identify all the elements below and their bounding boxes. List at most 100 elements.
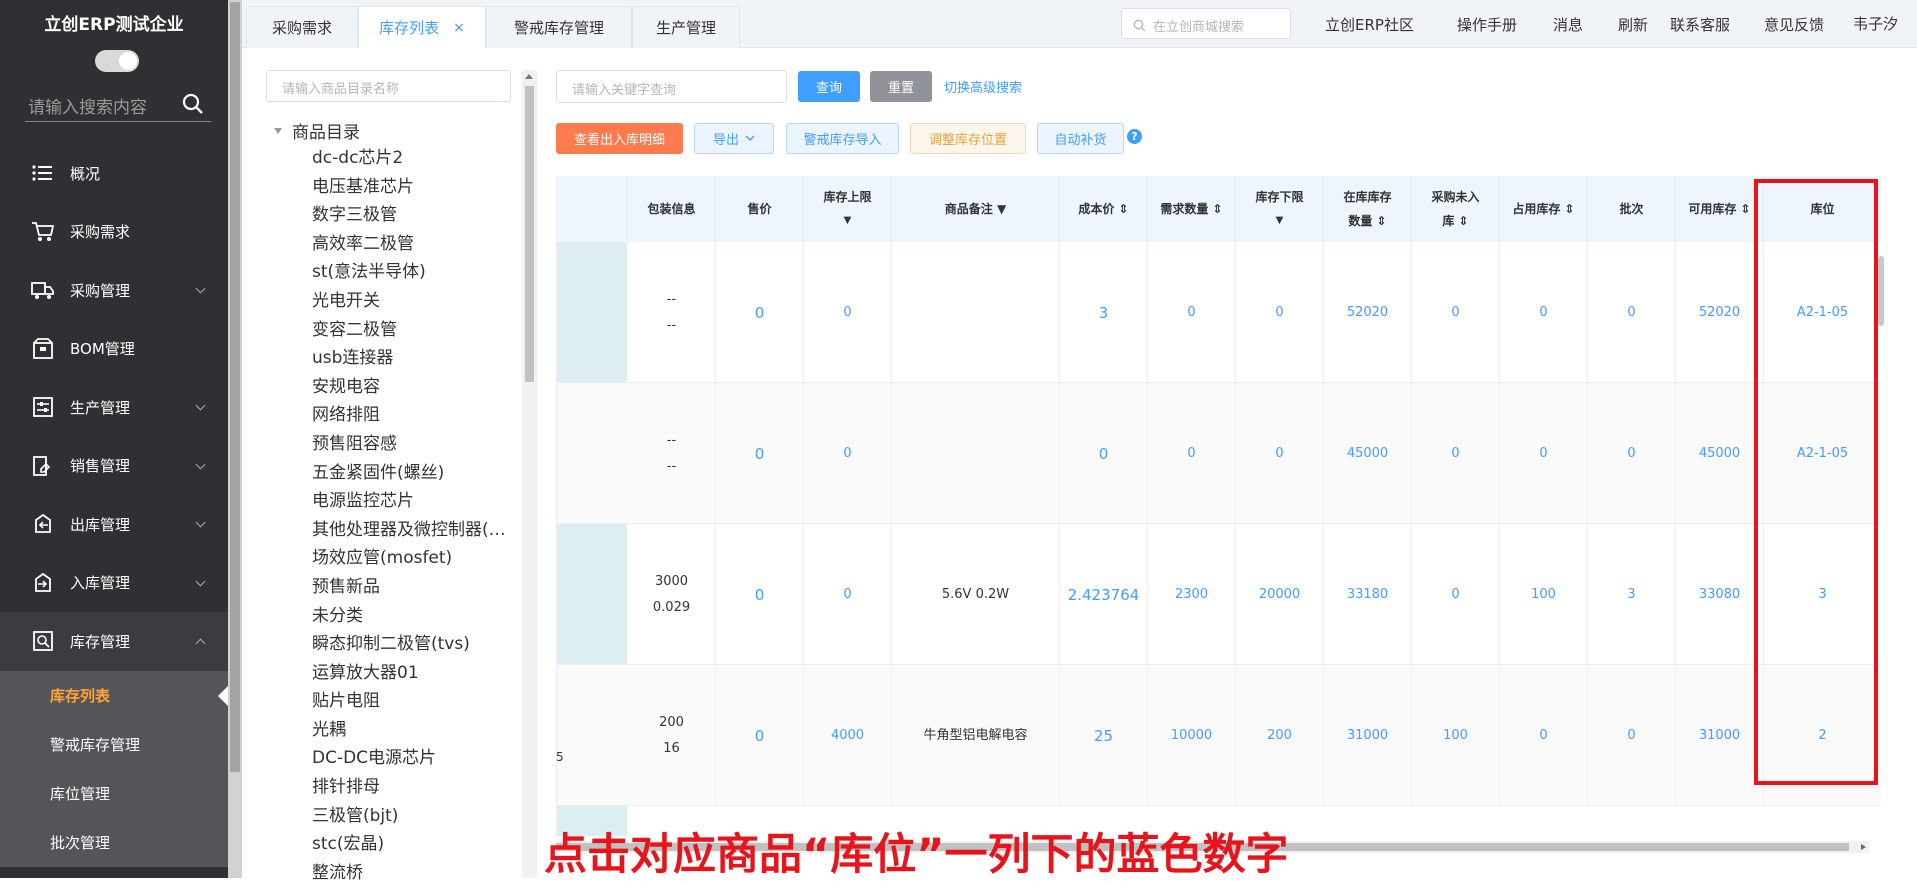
close-icon[interactable]: × <box>453 20 465 36</box>
cell-occupied[interactable]: 0 <box>1500 665 1588 806</box>
adjust-location-button[interactable]: 调整库存位置 <box>910 123 1026 154</box>
tree-item[interactable]: 三极管(bjt) <box>312 802 512 831</box>
tree-item[interactable]: 其他处理器及微控制器(MCU) <box>312 516 512 545</box>
tree-item[interactable]: dc-dc芯片2 <box>312 144 512 173</box>
cell-remark[interactable]: 牛角型铝电解电容 <box>892 665 1060 806</box>
cell-remark[interactable] <box>892 383 1060 524</box>
header-demand[interactable]: 需求数量 ⇕ <box>1148 176 1236 242</box>
cell-cost[interactable]: 0 <box>1060 383 1148 524</box>
cell-price[interactable]: 0 <box>716 242 804 383</box>
cell-instock[interactable]: 45000 <box>1324 383 1412 524</box>
help-icon[interactable]: ? <box>1127 129 1142 144</box>
table-vertical-scrollbar[interactable] <box>1878 256 1884 326</box>
scroll-up-icon[interactable] <box>525 74 533 79</box>
tree-item[interactable]: 安规电容 <box>312 373 512 402</box>
view-io-detail-button[interactable]: 查看出入库明细 <box>556 123 683 154</box>
tree-item[interactable]: 贴片电阻 <box>312 687 512 716</box>
header-lower[interactable]: 库存下限 ▼ <box>1236 176 1324 242</box>
cell-occupied[interactable]: 0 <box>1500 242 1588 383</box>
cell-demand[interactable]: 0 <box>1148 242 1236 383</box>
cell-occupied[interactable]: 100 <box>1500 524 1588 665</box>
messages-link[interactable]: 消息 <box>1553 14 1583 35</box>
community-link[interactable]: 立创ERP社区 <box>1325 14 1414 35</box>
cell-demand[interactable]: 2300 <box>1148 524 1236 665</box>
menu-item-inbound[interactable]: 入库管理 <box>0 554 228 613</box>
cell-lower[interactable]: 0 <box>1236 383 1324 524</box>
sidebar-scrollbar[interactable] <box>228 0 242 878</box>
cell-occupied[interactable]: 0 <box>1500 383 1588 524</box>
tree-root[interactable]: 商品目录 <box>274 118 360 143</box>
cell-upper[interactable]: 4000 <box>804 665 892 806</box>
tree-item[interactable]: 未分类 <box>312 602 512 631</box>
cell-remark[interactable]: 5.6V 0.2W <box>892 524 1060 665</box>
header-available[interactable]: 可用库存 ⇕ <box>1676 176 1764 242</box>
tree-item[interactable]: 五金紧固件(螺丝) <box>312 459 512 488</box>
cell-onorder[interactable]: 100 <box>1412 665 1500 806</box>
tree-item[interactable]: 电源监控芯片 <box>312 487 512 516</box>
cell-upper[interactable]: 0 <box>804 524 892 665</box>
tree-item[interactable]: 瞬态抑制二极管(tvs) <box>312 630 512 659</box>
tree-item[interactable]: stc(宏晶) <box>312 830 512 859</box>
cell-batch[interactable]: 0 <box>1588 383 1676 524</box>
tree-item[interactable]: 网络排阻 <box>312 401 512 430</box>
scrollbar-thumb[interactable] <box>525 86 534 382</box>
filter-icon[interactable]: ▼ <box>844 209 852 233</box>
cell-cost[interactable]: 2.423764 <box>1060 524 1148 665</box>
scroll-right-icon[interactable] <box>1861 844 1866 850</box>
menu-item-overview[interactable]: 概况 <box>0 144 228 203</box>
import-alert-stock-button[interactable]: 警戒库存导入 <box>786 123 899 154</box>
tree-item[interactable]: 预售阻容感 <box>312 430 512 459</box>
tree-item[interactable]: 电压基准芯片 <box>312 173 512 202</box>
header-remark[interactable]: 商品备注 ▼ <box>892 176 1060 242</box>
tab-stock-list[interactable]: 库存列表 × <box>358 6 486 48</box>
cell-available[interactable]: 33080 <box>1676 524 1764 665</box>
tree-item[interactable]: 变容二极管 <box>312 316 512 345</box>
tree-item[interactable]: 高效率二极管 <box>312 230 512 259</box>
cell-lower[interactable]: 200 <box>1236 665 1324 806</box>
menu-item-purchase-manage[interactable]: 采购管理 <box>0 261 228 320</box>
cell-onorder[interactable]: 0 <box>1412 242 1500 383</box>
cell-price[interactable]: 0 <box>716 524 804 665</box>
cell-demand[interactable]: 0 <box>1148 383 1236 524</box>
cell-batch[interactable]: 0 <box>1588 665 1676 806</box>
tree-item[interactable]: st(意法半导体) <box>312 258 512 287</box>
feedback-link[interactable]: 意见反馈 <box>1764 14 1824 35</box>
header-occupied[interactable]: 占用库存 ⇕ <box>1500 176 1588 242</box>
scrollbar-thumb[interactable] <box>230 2 240 772</box>
cell-cost[interactable]: 3 <box>1060 242 1148 383</box>
header-price[interactable]: 售价 <box>716 176 804 242</box>
submenu-item-alert-stock[interactable]: 警戒库存管理 <box>0 720 228 769</box>
tree-item[interactable]: DC-DC电源芯片 <box>312 744 512 773</box>
cell-available[interactable]: 52020 <box>1676 242 1764 383</box>
tree-item[interactable]: 光电开关 <box>312 287 512 316</box>
filter-icon[interactable]: ▼ <box>1276 209 1284 233</box>
menu-item-sales[interactable]: 销售管理 <box>0 437 228 496</box>
header-instock[interactable]: 在库库存 数量 ⇕ <box>1324 176 1412 242</box>
submenu-item-stock-list[interactable]: 库存列表 <box>0 671 228 720</box>
cell-available[interactable]: 31000 <box>1676 665 1764 806</box>
tree-item[interactable]: 数字三极管 <box>312 201 512 230</box>
tree-item[interactable]: 场效应管(mosfet) <box>312 544 512 573</box>
cell-batch[interactable]: 0 <box>1588 242 1676 383</box>
cell-instock[interactable]: 31000 <box>1324 665 1412 806</box>
reset-button[interactable]: 重置 <box>870 71 932 102</box>
cell-instock[interactable]: 33180 <box>1324 524 1412 665</box>
tree-item[interactable]: usb连接器 <box>312 344 512 373</box>
cell-price[interactable]: 0 <box>716 383 804 524</box>
cell-onorder[interactable]: 0 <box>1412 383 1500 524</box>
tree-item[interactable]: 整流桥 <box>312 859 512 887</box>
header-cost[interactable]: 成本价 ⇕ <box>1060 176 1148 242</box>
header-upper[interactable]: 库存上限 ▼ <box>804 176 892 242</box>
cell-remark[interactable] <box>892 242 1060 383</box>
cell-lower[interactable]: 20000 <box>1236 524 1324 665</box>
cell-price[interactable]: 0 <box>716 665 804 806</box>
cell-instock[interactable]: 52020 <box>1324 242 1412 383</box>
theme-toggle[interactable] <box>95 50 139 72</box>
cell-upper[interactable]: 0 <box>804 242 892 383</box>
category-search-input[interactable]: 请输入商品目录名称 <box>266 70 511 102</box>
user-name[interactable]: 韦子汐 <box>1853 13 1898 34</box>
menu-search-input[interactable]: 请输入搜索内容 <box>25 88 211 122</box>
menu-item-purchase-demand[interactable]: 采购需求 <box>0 203 228 262</box>
submenu-item-locations[interactable]: 库位管理 <box>0 769 228 818</box>
manual-link[interactable]: 操作手册 <box>1457 14 1517 35</box>
